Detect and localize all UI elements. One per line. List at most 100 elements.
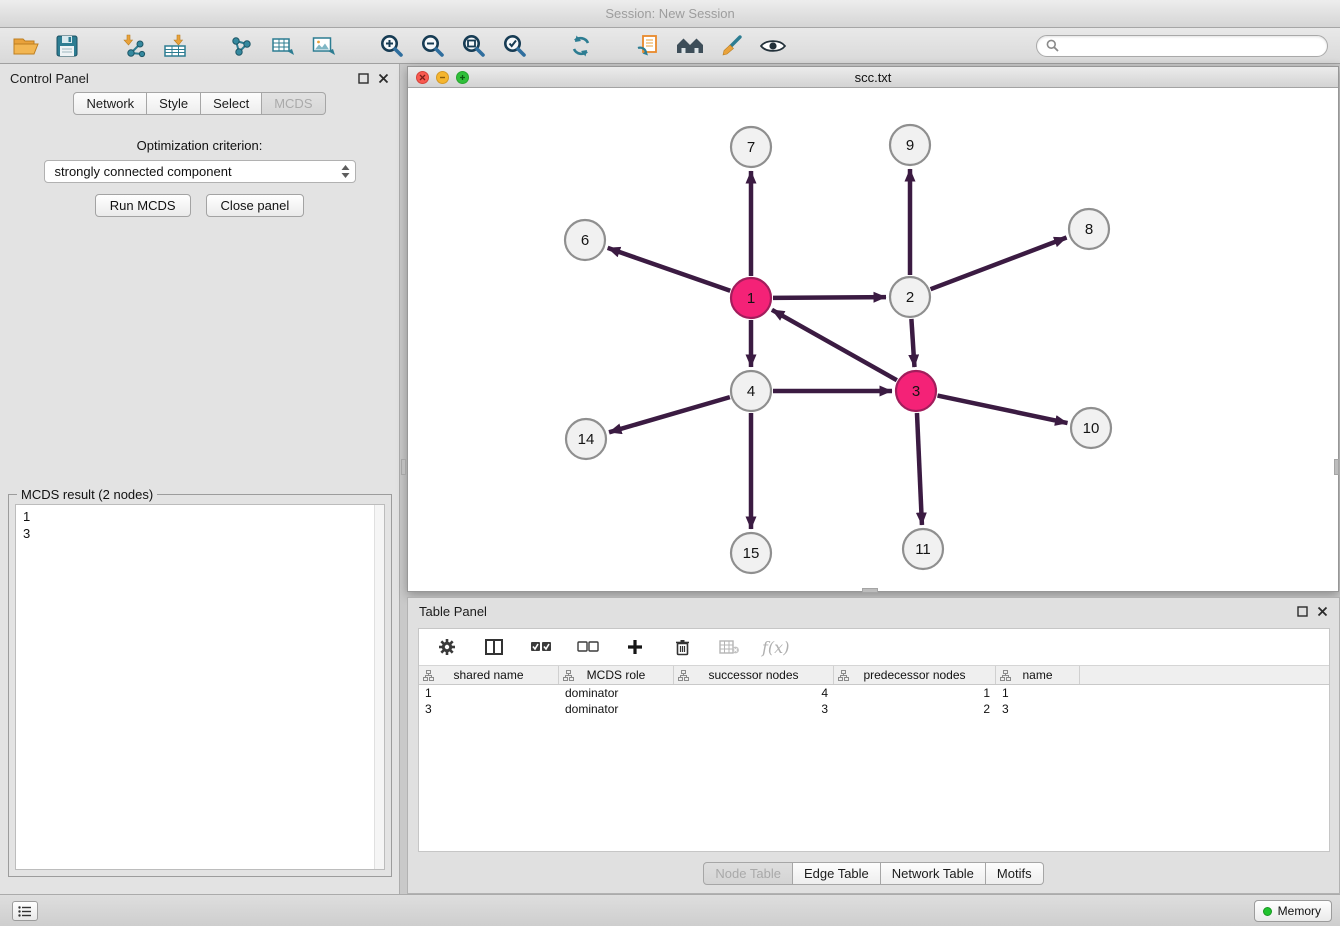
svg-text:14: 14 (578, 431, 595, 448)
memory-button[interactable]: Memory (1254, 900, 1332, 922)
column-header-predecessor-nodes[interactable]: predecessor nodes (834, 666, 996, 684)
tab-mcds[interactable]: MCDS (262, 92, 325, 115)
delete-column-button[interactable] (668, 633, 696, 661)
table-settings-button[interactable] (433, 633, 461, 661)
new-table-button[interactable] (269, 32, 297, 60)
edge-1-6[interactable] (608, 248, 731, 291)
close-panel-icon[interactable] (1317, 606, 1328, 617)
svg-text:4: 4 (747, 383, 755, 400)
node-1[interactable]: 1 (731, 278, 771, 318)
search-field[interactable] (1036, 35, 1328, 57)
application-window: Session: New Session (0, 0, 1340, 926)
run-mcds-button[interactable]: Run MCDS (95, 194, 191, 217)
column-header-shared-name[interactable]: shared name (419, 666, 559, 684)
float-panel-icon[interactable] (1297, 606, 1308, 617)
node-8[interactable]: 8 (1069, 209, 1109, 249)
refresh-button[interactable] (567, 32, 595, 60)
cell-predecessor-nodes[interactable]: 2 (834, 701, 996, 717)
cell-shared-name[interactable]: 1 (419, 685, 559, 701)
tab-network-table[interactable]: Network Table (881, 862, 986, 885)
save-icon (56, 35, 78, 57)
zoom-in-button[interactable] (377, 32, 405, 60)
zoom-selected-button[interactable] (500, 32, 528, 60)
node-6[interactable]: 6 (565, 220, 605, 260)
cell-successor-nodes[interactable]: 4 (674, 685, 834, 701)
new-network-button[interactable] (228, 32, 256, 60)
show-hide-button[interactable] (759, 32, 787, 60)
houses-icon (675, 35, 705, 57)
node-10[interactable]: 10 (1071, 408, 1111, 448)
network-window-titlebar[interactable]: scc.txt (408, 67, 1338, 88)
save-session-button[interactable] (53, 32, 81, 60)
column-header-successor-nodes[interactable]: successor nodes (674, 666, 834, 684)
first-neighbors-button[interactable] (675, 32, 705, 60)
svg-text:11: 11 (915, 541, 931, 558)
table-row[interactable]: 1dominator411 (419, 685, 1329, 701)
cell-shared-name[interactable]: 3 (419, 701, 559, 717)
node-7[interactable]: 7 (731, 127, 771, 167)
node-3[interactable]: 3 (896, 371, 936, 411)
node-14[interactable]: 14 (566, 419, 606, 459)
edge-3-11[interactable] (917, 413, 922, 525)
tab-motifs[interactable]: Motifs (986, 862, 1044, 885)
criterion-value: strongly connected component (55, 164, 232, 179)
column-header-mcds-role[interactable]: MCDS role (559, 666, 674, 684)
tab-node-table[interactable]: Node Table (703, 862, 793, 885)
tab-edge-table[interactable]: Edge Table (793, 862, 881, 885)
bottom-splitter-grip[interactable] (862, 588, 878, 593)
criterion-dropdown[interactable]: strongly connected component (44, 160, 356, 183)
node-4[interactable]: 4 (731, 371, 771, 411)
select-all-button[interactable] (527, 633, 555, 661)
close-window-button[interactable] (416, 71, 429, 84)
minimize-window-button[interactable] (436, 71, 449, 84)
tab-style[interactable]: Style (147, 92, 201, 115)
node-2[interactable]: 2 (890, 277, 930, 317)
edge-2-3[interactable] (911, 319, 914, 367)
copy-view-button[interactable] (634, 32, 662, 60)
mcds-result-area[interactable]: 13 (15, 504, 385, 870)
edge-4-14[interactable] (609, 397, 730, 432)
edge-2-8[interactable] (931, 238, 1067, 290)
task-history-button[interactable] (12, 901, 38, 921)
tab-select[interactable]: Select (201, 92, 262, 115)
add-column-button[interactable] (621, 633, 649, 661)
network-graph-canvas[interactable]: 7 9 6 8 1 2 4 3 14 10 15 11 (408, 88, 1338, 591)
cell-mcds-role[interactable]: dominator (559, 701, 674, 717)
edge-3-1[interactable] (772, 310, 897, 380)
column-header-name[interactable]: name (996, 666, 1080, 684)
toolbar-separator (541, 34, 554, 58)
zoom-out-button[interactable] (418, 32, 446, 60)
open-file-button[interactable] (12, 32, 40, 60)
import-table-button[interactable] (161, 32, 189, 60)
result-scrollbar[interactable] (374, 505, 384, 869)
node-9[interactable]: 9 (890, 125, 930, 165)
tab-network[interactable]: Network (73, 92, 147, 115)
dropdown-stepper-icon (340, 164, 351, 179)
function-builder-button[interactable]: f(x) (762, 638, 789, 657)
apply-style-button[interactable] (718, 32, 746, 60)
cell-predecessor-nodes[interactable]: 1 (834, 685, 996, 701)
search-input[interactable] (1065, 38, 1318, 53)
zoom-window-button[interactable] (456, 71, 469, 84)
import-network-button[interactable] (120, 32, 148, 60)
edge-3-10[interactable] (938, 396, 1068, 423)
close-panel-button[interactable]: Close panel (206, 194, 305, 217)
left-splitter-grip[interactable] (401, 459, 406, 475)
cell-mcds-role[interactable]: dominator (559, 685, 674, 701)
cell-name[interactable]: 3 (996, 701, 1080, 717)
close-panel-icon[interactable] (378, 73, 389, 84)
node-11[interactable]: 11 (903, 529, 943, 569)
right-splitter-grip[interactable] (1334, 459, 1339, 475)
zoom-in-icon (379, 33, 404, 58)
float-panel-icon[interactable] (358, 73, 369, 84)
show-columns-button[interactable] (480, 633, 508, 661)
delete-table-button[interactable] (715, 633, 743, 661)
cell-name[interactable]: 1 (996, 685, 1080, 701)
deselect-all-button[interactable] (574, 633, 602, 661)
table-row[interactable]: 3dominator323 (419, 701, 1329, 717)
edge-1-2[interactable] (773, 297, 886, 298)
export-image-button[interactable] (310, 32, 338, 60)
zoom-fit-button[interactable] (459, 32, 487, 60)
cell-successor-nodes[interactable]: 3 (674, 701, 834, 717)
node-15[interactable]: 15 (731, 533, 771, 573)
